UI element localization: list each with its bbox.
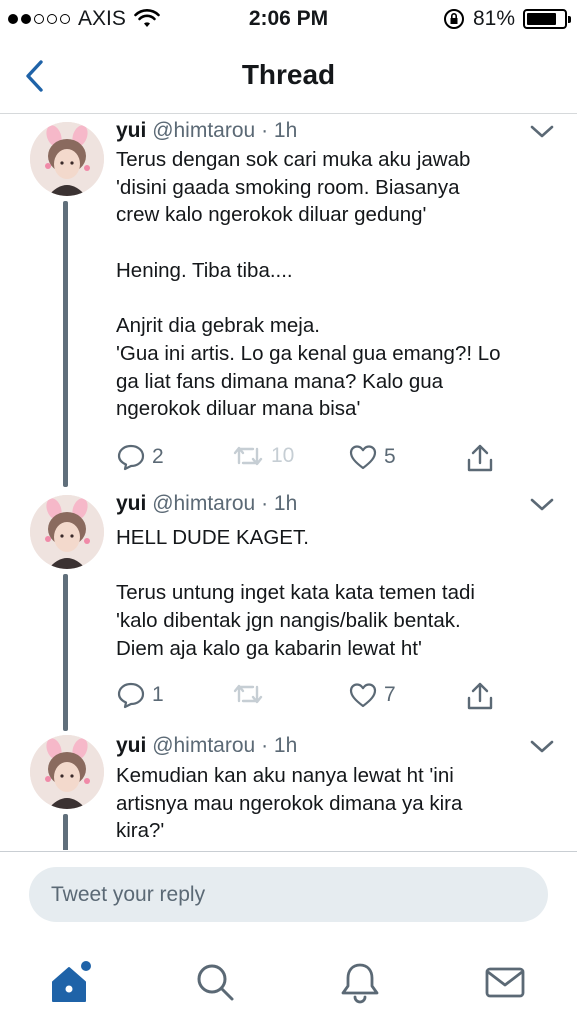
- tweet[interactable]: yui @himtarou · 1h HELL DUDE KAGET. Teru…: [0, 488, 577, 731]
- tweet-text: Kemudian kan aku nanya lewat ht 'ini art…: [116, 762, 556, 845]
- reply-bar: [0, 851, 577, 941]
- home-icon: [52, 961, 91, 1002]
- chevron-down-icon[interactable]: [529, 124, 555, 140]
- reply-count: 1: [152, 683, 164, 706]
- orientation-lock-icon: [443, 9, 464, 29]
- tweet-line: [116, 552, 556, 580]
- reply-action[interactable]: 1: [116, 681, 164, 709]
- retweet-action[interactable]: [231, 681, 271, 707]
- tweet-time: · 1h: [261, 492, 298, 515]
- nav-bar: Thread: [0, 40, 577, 114]
- tweet-text: HELL DUDE KAGET. Terus untung inget kata…: [116, 524, 556, 663]
- share-action[interactable]: [466, 681, 494, 711]
- retweet-icon: [233, 446, 263, 466]
- tweet-line: 'disini gaada smoking room. Biasanya: [116, 175, 460, 199]
- reply-icon: [117, 444, 145, 471]
- tweet-line: Diem aja kalo ga kabarin lewat ht': [116, 636, 422, 660]
- tweet-line: ngerokok diluar mana bisa': [116, 397, 361, 421]
- tweet-line: 'Gua ini artis. Lo ga kenal gua emang?! …: [116, 341, 501, 365]
- tweet-line: [116, 285, 556, 313]
- share-icon: [467, 682, 493, 710]
- reply-input[interactable]: [29, 867, 548, 922]
- status-right: 81%: [443, 7, 571, 31]
- tweet-header: yui @himtarou · 1h: [116, 119, 297, 143]
- tweet-text: Terus dengan sok cari muka aku jawab 'di…: [116, 146, 556, 423]
- thread-line: [63, 574, 68, 731]
- heart-icon: [349, 445, 377, 470]
- share-icon: [467, 444, 493, 472]
- retweet-action[interactable]: 10: [231, 443, 294, 469]
- tweet-time: · 1h: [261, 734, 298, 757]
- chevron-down-icon[interactable]: [529, 739, 555, 755]
- mail-icon: [485, 967, 525, 998]
- tweet-line: 'kalo dibentak jgn nangis/balik bentak.: [116, 609, 461, 633]
- bell-icon: [341, 963, 379, 1004]
- tweet-time: · 1h: [261, 119, 298, 142]
- reply-count: 2: [152, 445, 164, 468]
- tweet-actions: 1 7: [116, 681, 516, 715]
- tweet[interactable]: yui @himtarou · 1h Kemudian kan aku nany…: [0, 728, 577, 850]
- author-handle[interactable]: @himtarou: [152, 734, 255, 757]
- tab-bar: [0, 941, 577, 1024]
- thread-timeline[interactable]: yui @himtarou · 1h Terus dengan sok cari…: [0, 115, 577, 850]
- thread-line: [63, 814, 68, 850]
- tab-home[interactable]: [46, 957, 96, 1007]
- search-icon: [197, 964, 234, 1001]
- thread-line: [63, 201, 68, 487]
- avatar[interactable]: [30, 122, 104, 196]
- tab-notifications[interactable]: [335, 957, 385, 1007]
- like-action[interactable]: 7: [348, 681, 396, 709]
- tweet-line: Hening. Tiba tiba....: [116, 258, 293, 282]
- retweet-icon: [233, 684, 263, 704]
- tweet-actions: 2 10 5: [116, 443, 516, 477]
- tab-messages[interactable]: [480, 957, 530, 1007]
- tweet-line: kira?': [116, 819, 165, 843]
- author-name[interactable]: yui: [116, 492, 146, 515]
- avatar[interactable]: [30, 495, 104, 569]
- reply-action[interactable]: 2: [116, 443, 164, 471]
- like-action[interactable]: 5: [348, 443, 396, 471]
- tweet-line: ga liat fans dimana mana? Kalo gua: [116, 369, 444, 393]
- tweet-header: yui @himtarou · 1h: [116, 734, 297, 758]
- avatar[interactable]: [30, 735, 104, 809]
- battery-icon: [523, 9, 571, 29]
- tweet-line: Terus dengan sok cari muka aku jawab: [116, 148, 471, 171]
- status-bar: AXIS 2:06 PM 81%: [0, 0, 577, 40]
- author-name[interactable]: yui: [116, 734, 146, 757]
- tweet[interactable]: yui @himtarou · 1h Terus dengan sok cari…: [0, 115, 577, 487]
- heart-icon: [349, 683, 377, 708]
- author-name[interactable]: yui: [116, 119, 146, 142]
- author-handle[interactable]: @himtarou: [152, 119, 255, 142]
- tweet-line: artisnya mau ngerokok dimana ya kira: [116, 791, 463, 815]
- tweet-header: yui @himtarou · 1h: [116, 492, 297, 516]
- chevron-down-icon[interactable]: [529, 497, 555, 513]
- reply-icon: [117, 682, 145, 709]
- page-title: Thread: [241, 59, 336, 90]
- battery-percent: 81%: [472, 7, 515, 30]
- tweet-line: Anjrit dia gebrak meja.: [116, 314, 320, 338]
- share-action[interactable]: [466, 443, 494, 473]
- tweet-line: crew kalo ngerokok diluar gedung': [116, 203, 427, 227]
- tweet-line: Terus untung inget kata kata temen tadi: [116, 581, 475, 605]
- tweet-line: HELL DUDE KAGET.: [116, 526, 309, 549]
- retweet-count: 10: [271, 444, 295, 467]
- like-count: 7: [384, 683, 396, 706]
- tweet-line: Kemudian kan aku nanya lewat ht 'ini: [116, 764, 454, 787]
- tab-search[interactable]: [190, 957, 240, 1007]
- tweet-line: [116, 229, 556, 257]
- like-count: 5: [384, 445, 396, 468]
- author-handle[interactable]: @himtarou: [152, 492, 255, 515]
